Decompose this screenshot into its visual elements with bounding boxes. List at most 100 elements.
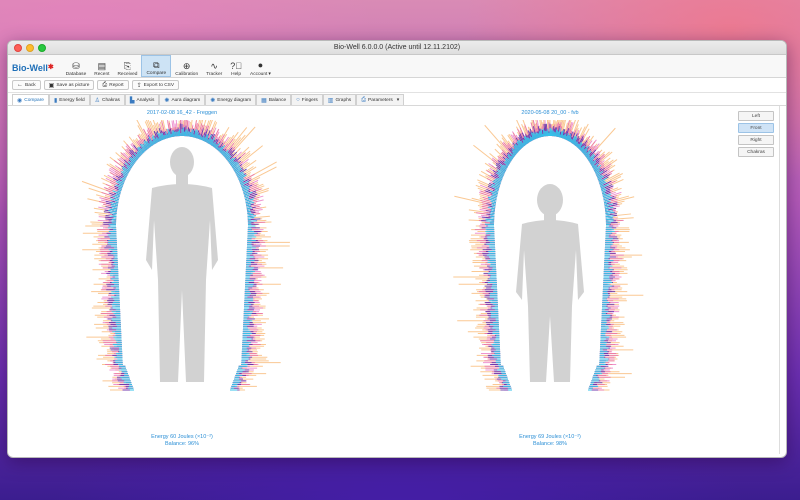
tab-label: Chakras [102,97,120,103]
aura-ray [110,205,118,208]
aura-ray [485,218,495,221]
close-window-button[interactable] [14,44,22,52]
toolbar-database-button[interactable]: ⛁ Database [62,55,91,77]
energy-diagram-icon: ✺ [210,97,216,104]
tab-parameters[interactable]: ⎙ Parameters ▾ [356,94,405,105]
toolbar-account-button[interactable]: ● Account▾ [246,55,275,77]
graphs-icon: ▥ [327,97,334,104]
tab-chakras[interactable]: ♙ Chakras [89,94,125,105]
export-csv-button[interactable]: ⇪ Export to CSV [131,80,180,90]
aura-ray [490,214,495,216]
view-side-buttons: Left Front Right Chakras [738,111,774,157]
energy-field-icon: ▮ [53,97,58,104]
aura-ray [115,193,121,196]
aura-ray [491,204,496,207]
logo-text: Bio-Well [12,63,48,73]
aura-ray [487,206,496,210]
printer-icon: ⎙ [102,81,108,88]
compare-icon: ⧉ [153,60,160,70]
maximize-window-button[interactable] [38,44,46,52]
back-label: Back [25,82,36,88]
save-picture-label: Save as picture [56,82,90,88]
aura-ray [192,134,195,138]
aura-panel-left: 2017-02-08 16_42 - Freggen Energy 60 Jou… [12,106,352,454]
back-button[interactable]: ← Back [12,80,41,90]
aura-ray [247,210,251,213]
chevron-down-icon: ▾ [396,97,400,103]
view-tabs: ◉ Compare ▮ Energy field ♙ Chakras ▙ Analysi… [8,93,786,106]
toolbar-label: Database [65,72,87,77]
aura-ray [166,134,169,139]
aura-ray [199,136,202,140]
analysis-icon: ▙ [129,97,135,104]
report-button[interactable]: ⎙ Report [97,80,129,90]
balance-value: Balance: 98% [533,441,567,447]
aura-ray [490,212,495,214]
aura-ray [246,205,251,208]
aura-ray [110,212,117,214]
tab-aura-diagram[interactable]: ✺ Aura diagram [159,94,206,105]
export-csv-label: Export to CSV [143,82,175,88]
main-toolbar: Bio-Well✱ ⛁ Database ▤ Recent ⎘ Received… [8,55,786,78]
tab-label: Parameters [368,97,393,103]
aura-ray [562,135,564,139]
action-bar: ← Back ▣ Save as picture ⎙ Report ⇪ Expo… [8,78,786,93]
aura-ray [605,211,615,214]
tab-energy-field[interactable]: ▮ Energy field [48,94,90,105]
aura-ray [109,208,118,211]
toolbar-help-button[interactable]: ?⃝ Help [226,55,246,77]
minimize-window-button[interactable] [26,44,34,52]
tab-fingers[interactable]: ○ Fingers [291,94,323,105]
tab-label: Aura diagram [171,97,201,103]
view-front-button[interactable]: Front [738,123,774,133]
save-picture-button[interactable]: ▣ Save as picture [43,80,95,90]
body-silhouette [146,147,218,382]
aura-ray [197,134,200,139]
tab-graphs[interactable]: ▥ Graphs [322,94,357,105]
tab-compare[interactable]: ◉ Compare [12,94,49,105]
balance-value: Balance: 96% [165,441,199,447]
window-controls [14,44,46,52]
aura-ray [171,130,174,137]
content-divider [779,106,780,454]
aura-ray [494,190,499,193]
tab-label: Fingers [301,97,318,103]
toolbar-calibration-button[interactable]: ⊕ Calibration [171,55,202,77]
session-date: 2017-02-08 16_42 - Freggen [146,110,218,116]
aura-diagram-icon: ✺ [164,97,170,104]
toolbar-label: Compare [146,71,167,76]
tab-energy-diagram[interactable]: ✺ Energy diagram [205,94,257,105]
aura-ray [244,197,250,201]
aura-ray [603,199,609,202]
aura-ray [241,184,245,187]
toolbar-received-button[interactable]: ⎘ Received [113,55,141,77]
tracker-icon: ∿ [210,61,218,71]
aura-ray [247,217,255,219]
tab-label: Balance [268,97,287,103]
account-label-row: Account▾ [250,71,271,77]
aura-ray [490,209,495,211]
view-left-button[interactable]: Left [738,111,774,121]
aura-ray [604,205,609,208]
aura-ray [604,203,608,205]
toolbar-recent-button[interactable]: ▤ Recent [90,55,113,77]
aura-ray [605,217,613,219]
view-right-button[interactable]: Right [738,135,774,145]
aura-ray [246,204,252,207]
aura-ray [605,209,609,211]
tab-analysis[interactable]: ▙ Analysis [124,94,160,105]
view-chakras-button[interactable]: Chakras [738,147,774,157]
toolbar-tracker-button[interactable]: ∿ Tracker [202,55,226,77]
aura-ray [247,213,254,216]
tab-balance[interactable]: ▦ Balance [256,94,292,105]
aura-ray [189,132,192,137]
energy-readout: Energy 60 Joules (×10⁻²) Balance: 96% [12,434,352,448]
aura-ray [115,201,119,204]
balance-icon: ▦ [261,97,267,104]
aura-ray [170,133,173,138]
help-icon: ?⃝ [230,61,242,71]
session-date: 2020-05-08 20_00 - fvb [521,110,579,116]
aura-ray [246,209,251,211]
toolbar-compare-button[interactable]: ⧉ Compare [141,55,172,77]
recent-icon: ▤ [97,61,107,71]
